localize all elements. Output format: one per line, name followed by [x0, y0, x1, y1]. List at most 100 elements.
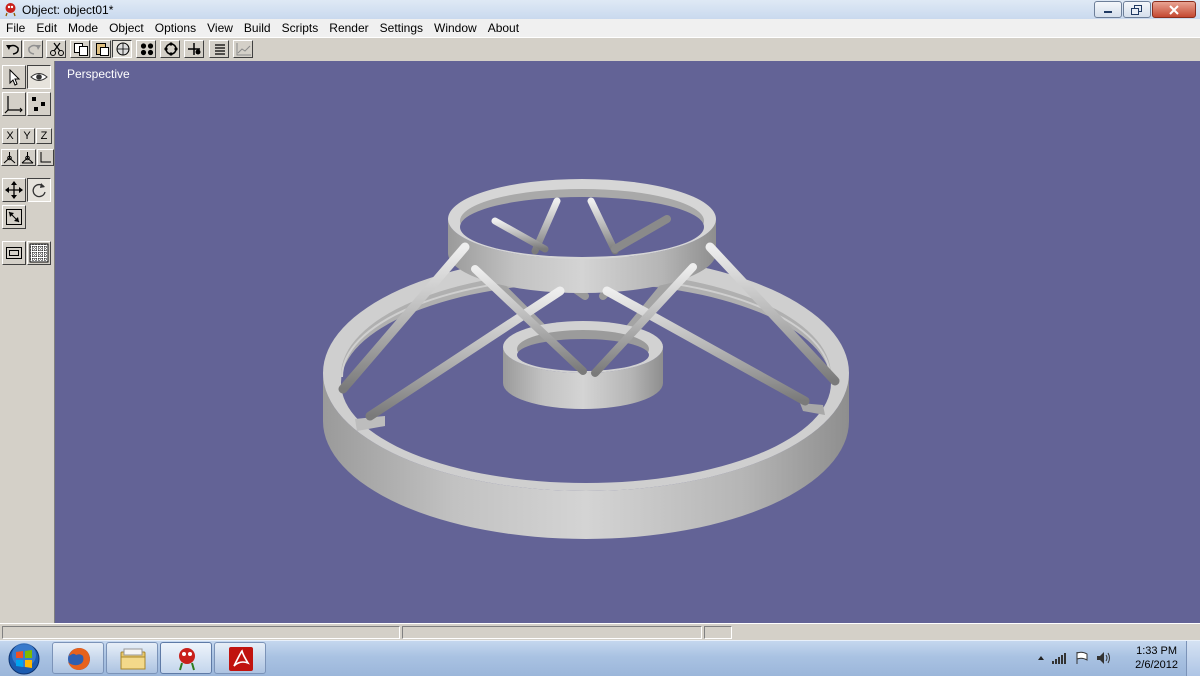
add-point-icon	[188, 43, 201, 55]
axis-z-button[interactable]: Z	[36, 128, 52, 144]
pivot-button-2[interactable]	[19, 149, 36, 166]
clock-time: 1:33 PM	[1136, 645, 1178, 657]
title-bar: Object: object01*	[0, 0, 1200, 20]
arrow-cursor-icon	[9, 68, 21, 86]
menu-file[interactable]: File	[0, 19, 30, 37]
render-mode-button[interactable]	[2, 241, 26, 265]
select-tool-button[interactable]	[2, 65, 26, 89]
points-icon	[140, 43, 154, 56]
object-frame-icon	[6, 247, 22, 259]
taskbar: 1:33 PM 2/6/2012	[0, 640, 1200, 676]
pivot-button-1[interactable]	[1, 149, 18, 166]
list-button[interactable]	[209, 40, 229, 58]
network-icon[interactable]	[1052, 652, 1068, 664]
graph-button[interactable]	[233, 40, 253, 58]
select-all-button[interactable]	[112, 40, 132, 58]
menu-scripts[interactable]: Scripts	[276, 19, 324, 37]
corner-axes-icon	[40, 152, 51, 163]
add-point-button[interactable]	[184, 40, 204, 58]
rotate-icon	[32, 183, 46, 198]
modeler-app-icon	[179, 648, 195, 671]
inner-ring	[503, 321, 663, 409]
show-desktop-button[interactable]	[1186, 641, 1200, 676]
view-tool-button[interactable]	[27, 65, 51, 89]
action-center-flag-icon[interactable]	[1075, 651, 1089, 665]
acrobat-icon	[229, 647, 253, 671]
graph-icon	[236, 43, 251, 56]
explorer-folder-icon	[120, 648, 146, 670]
show-hidden-icons-icon[interactable]	[1037, 654, 1045, 662]
firefox-icon	[68, 648, 90, 670]
paste-icon	[96, 43, 109, 56]
restore-icon	[1131, 4, 1142, 15]
move-arrows-icon	[5, 181, 23, 199]
menu-settings[interactable]: Settings	[374, 19, 428, 37]
taskbar-firefox[interactable]	[52, 642, 104, 674]
axis-x-button[interactable]: X	[2, 128, 18, 144]
taskbar-explorer[interactable]	[106, 642, 158, 674]
close-button[interactable]	[1152, 1, 1196, 18]
clock-date: 2/6/2012	[1135, 659, 1178, 671]
toolbar	[0, 37, 1200, 62]
minimize-button[interactable]	[1094, 1, 1122, 18]
menu-mode[interactable]: Mode	[62, 19, 103, 37]
menu-options[interactable]: Options	[149, 19, 201, 37]
status-bar	[0, 623, 1200, 641]
menu-build[interactable]: Build	[238, 19, 276, 37]
status-field-1	[2, 626, 400, 639]
3d-model[interactable]	[55, 61, 1200, 623]
minimize-icon	[1104, 10, 1112, 13]
undo-icon	[6, 44, 19, 55]
clock[interactable]: 1:33 PM 2/6/2012	[1135, 644, 1178, 672]
corner-button[interactable]	[37, 149, 54, 166]
start-button[interactable]	[4, 642, 44, 675]
redo-button[interactable]	[23, 40, 43, 58]
pivot-icon	[3, 152, 16, 164]
status-field-2	[402, 626, 702, 639]
menu-bar: File Edit Mode Object Options View Build…	[0, 19, 1200, 37]
taskbar-modeler[interactable]	[160, 642, 212, 674]
copy-icon	[74, 43, 88, 56]
pivot-alt-icon	[21, 152, 34, 164]
paste-button[interactable]	[91, 40, 111, 58]
list-icon	[215, 44, 225, 55]
scatter-points-icon	[32, 97, 45, 111]
taskbar-acrobat[interactable]	[214, 642, 266, 674]
menu-edit[interactable]: Edit	[30, 19, 62, 37]
eye-icon	[30, 73, 48, 81]
axis-y-button[interactable]: Y	[19, 128, 35, 144]
menu-window[interactable]: Window	[428, 19, 482, 37]
system-tray	[1037, 651, 1112, 665]
scale-icon	[6, 209, 22, 225]
top-ring	[448, 179, 716, 293]
menu-render[interactable]: Render	[323, 19, 373, 37]
loop-icon	[164, 42, 178, 56]
redo-icon	[28, 44, 41, 55]
scissors-icon	[50, 42, 64, 56]
rotate-tool-button[interactable]	[27, 178, 51, 202]
points-tool-button[interactable]	[27, 92, 51, 116]
copy-button[interactable]	[70, 40, 90, 58]
menu-view[interactable]: View	[201, 19, 238, 37]
points-mode-button[interactable]	[136, 40, 156, 58]
menu-object[interactable]: Object	[103, 19, 149, 37]
window-title: Object: object01*	[22, 3, 114, 17]
restore-button[interactable]	[1123, 1, 1151, 18]
menu-about[interactable]: About	[482, 19, 524, 37]
undo-button[interactable]	[2, 40, 22, 58]
loop-mode-button[interactable]	[160, 40, 180, 58]
sphere-select-icon	[116, 42, 130, 56]
status-field-3	[704, 626, 732, 639]
perspective-viewport[interactable]: Perspective	[55, 61, 1200, 623]
tool-panel: X Y Z	[0, 61, 55, 623]
axes-icon	[4, 96, 23, 114]
app-icon[interactable]	[3, 2, 18, 17]
texture-mode-button[interactable]	[27, 241, 51, 265]
axes-tool-button[interactable]	[2, 92, 26, 116]
volume-icon[interactable]	[1096, 651, 1112, 665]
close-icon	[1169, 4, 1179, 15]
scale-tool-button[interactable]	[2, 205, 26, 229]
move-tool-button[interactable]	[2, 178, 26, 202]
cut-button[interactable]	[46, 40, 66, 58]
checker-texture-icon	[29, 243, 49, 263]
